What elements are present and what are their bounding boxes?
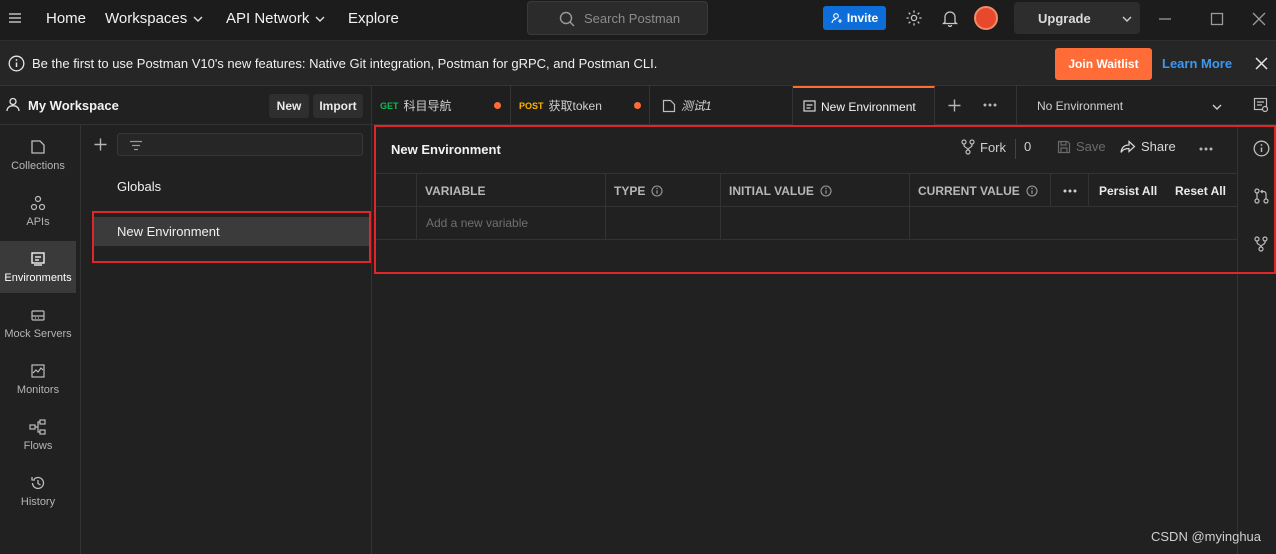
nav-explore[interactable]: Explore [348,10,399,28]
apis-icon [30,195,46,211]
maximize-icon[interactable] [1210,12,1224,26]
watermark: CSDN @myinghua [1151,529,1262,544]
sidebar-rail: Collections APIs Environments Mock Serve… [0,125,81,554]
environment-icon [803,100,816,112]
history-icon [31,476,45,490]
nav-api-network[interactable]: API Network [226,10,325,28]
close-window-icon[interactable] [1252,12,1266,26]
collections-icon [31,140,45,154]
sidebar-item-mock-servers[interactable]: Mock Servers [0,297,76,349]
environment-selector[interactable]: No Environment [1016,86,1234,125]
info-icon [8,55,25,72]
unsaved-dot-icon [494,102,501,109]
monitors-icon [31,364,45,378]
banner-text: Be the first to use Postman V10's new fe… [32,56,658,71]
sidebar-item-flows[interactable]: Flows [0,409,76,461]
tab-bar: GET 科目导航 POST 获取token 测试1 New Environmen… [372,86,1276,125]
join-waitlist-button[interactable]: Join Waitlist [1055,48,1152,80]
top-bar: Home Workspaces API Network Explore Sear… [0,0,1276,41]
workspace-header: My Workspace New Import [0,86,372,125]
search-input[interactable]: Search Postman [527,1,708,35]
sidebar-item-apis[interactable]: APIs [0,185,76,237]
add-tab-icon[interactable] [948,99,961,112]
tab-label: 测试1 [681,99,712,113]
sidebar-item-monitors[interactable]: Monitors [0,353,76,405]
learn-more-link[interactable]: Learn More [1162,56,1232,71]
chevron-down-icon [315,16,325,22]
search-placeholder: Search Postman [584,10,681,26]
tab-label: New Environment [821,99,916,114]
more-tabs-icon[interactable] [983,103,997,107]
tab-label: 获取token [548,99,602,113]
chevron-down-icon [1212,104,1222,110]
sidebar-item-collections[interactable]: Collections [0,129,76,181]
user-icon [6,97,20,112]
announcement-banner: Be the first to use Postman V10's new fe… [0,41,1276,86]
upgrade-button[interactable]: Upgrade [1014,2,1140,34]
settings-icon[interactable] [905,9,923,27]
search-icon [559,11,575,27]
tab-collection[interactable]: 测试1 [650,86,793,125]
notifications-bell-icon[interactable] [942,9,958,27]
method-badge: GET [380,100,399,111]
nav-workspaces[interactable]: Workspaces [105,10,203,28]
workspace-title: My Workspace [28,98,119,113]
flows-icon [29,419,46,435]
minimize-icon[interactable] [1158,12,1172,26]
tab-label: 科目导航 [403,99,452,113]
environments-icon [31,252,45,266]
filter-input[interactable] [117,133,363,156]
environments-list-panel: Globals New Environment [81,125,372,554]
add-environment-icon[interactable] [94,138,107,151]
sidebar-item-environments[interactable]: Environments [0,241,76,293]
tab-post-request[interactable]: POST 获取token [511,86,650,125]
chevron-down-icon [1122,16,1132,22]
tab-new-environment[interactable]: New Environment [793,86,935,125]
method-badge: POST [519,100,544,111]
import-button[interactable]: Import [313,94,363,118]
invite-button[interactable]: Invite [823,6,886,30]
tab-get-request[interactable]: GET 科目导航 [372,86,511,125]
collection-icon [662,99,676,112]
menu-icon[interactable] [8,11,22,25]
avatar[interactable] [974,6,998,30]
add-user-icon [831,13,842,24]
sidebar-item-history[interactable]: History [0,465,76,517]
mock-servers-icon [31,310,45,321]
environment-item-globals[interactable]: Globals [93,172,371,201]
highlight-box-sidebar [92,211,371,263]
filter-icon [130,140,142,151]
close-icon[interactable] [1255,57,1268,70]
environment-quick-look-icon[interactable] [1253,97,1269,113]
chevron-down-icon [193,16,203,22]
new-button[interactable]: New [269,94,309,118]
unsaved-dot-icon [634,102,641,109]
nav-home[interactable]: Home [46,10,86,28]
highlight-box-editor [374,125,1276,274]
